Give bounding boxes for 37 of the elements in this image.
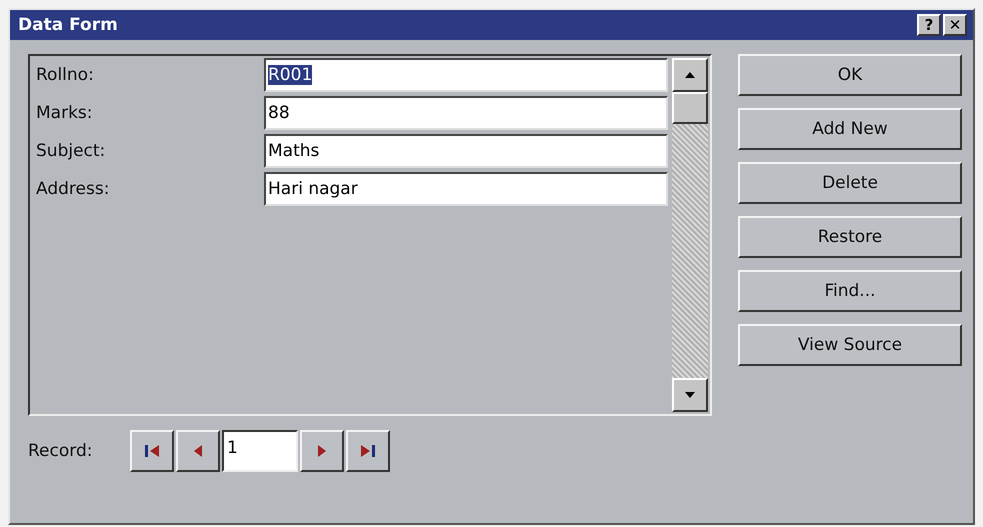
record-number-field[interactable]: 1 [222,430,298,472]
field-label: Marks: [36,103,94,123]
close-button[interactable]: ✕ [943,14,967,36]
input-field[interactable]: Hari nagar [264,172,668,206]
previous-icon [193,443,203,459]
field-label: Address: [36,179,110,199]
last-record-icon [360,443,376,459]
record-label: Record: [28,441,94,461]
last-record-button[interactable] [346,430,390,472]
input-field[interactable]: 88 [264,96,668,130]
input-field[interactable]: Maths [264,134,668,168]
previous-record-button[interactable] [176,430,220,472]
scrollbar[interactable] [672,58,708,412]
field-value: 88 [268,103,290,123]
up-arrow-icon [685,72,695,78]
next-record-button[interactable] [300,430,344,472]
dialog-button[interactable]: OK [738,54,962,96]
dialog-button[interactable]: View Source [738,324,962,366]
dialog-button[interactable]: Find... [738,270,962,312]
down-arrow-icon [685,392,695,398]
first-record-icon [144,443,160,459]
field-value: Maths [268,141,320,161]
scroll-down-button[interactable] [672,378,708,412]
field-label: Subject: [36,141,106,161]
scroll-up-button[interactable] [672,58,708,92]
field-value: R001 [268,65,312,85]
help-button[interactable]: ? [917,14,941,36]
field-value: Hari nagar [268,179,358,199]
field-label: Rollno: [36,65,95,85]
scroll-thumb[interactable] [672,92,708,124]
first-record-button[interactable] [130,430,174,472]
dialog-button[interactable]: Delete [738,162,962,204]
next-icon [317,443,327,459]
dialog-button[interactable]: Restore [738,216,962,258]
input-field[interactable]: R001 [264,58,668,92]
dialog-button[interactable]: Add New [738,108,962,150]
window-title: Data Form [18,15,118,35]
